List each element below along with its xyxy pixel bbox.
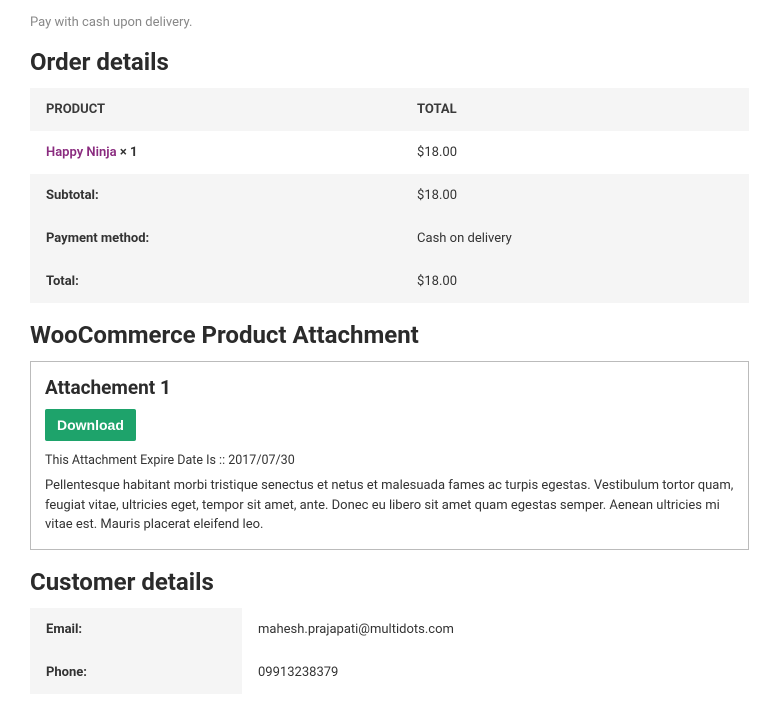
order-details-title: Order details [30, 48, 749, 76]
phone-label: Phone: [30, 651, 242, 694]
product-qty: × 1 [120, 145, 138, 160]
attachment-description: Pellentesque habitant morbi tristique se… [45, 476, 734, 535]
payment-method-row: Payment method: Cash on delivery [30, 217, 749, 260]
product-link[interactable]: Happy Ninja [46, 145, 117, 160]
total-value: $18.00 [401, 260, 749, 303]
phone-value: 09913238379 [242, 651, 749, 694]
order-details-table: PRODUCT TOTAL Happy Ninja × 1 $18.00 Sub… [30, 88, 749, 303]
total-label: Total: [30, 260, 401, 303]
phone-row: Phone: 09913238379 [30, 651, 749, 694]
email-value: mahesh.prajapati@multidots.com [242, 608, 749, 651]
email-label: Email: [30, 608, 242, 651]
attachment-title: Attachement 1 [45, 376, 734, 399]
customer-details-title: Customer details [30, 568, 749, 596]
total-row: Total: $18.00 [30, 260, 749, 303]
subtotal-label: Subtotal: [30, 174, 401, 217]
payment-method-value: Cash on delivery [401, 217, 749, 260]
subtotal-value: $18.00 [401, 174, 749, 217]
col-total: TOTAL [401, 88, 749, 131]
payment-method-label: Payment method: [30, 217, 401, 260]
download-button[interactable]: Download [45, 409, 136, 441]
email-row: Email: mahesh.prajapati@multidots.com [30, 608, 749, 651]
table-row: Happy Ninja × 1 $18.00 [30, 131, 749, 174]
subtotal-row: Subtotal: $18.00 [30, 174, 749, 217]
payment-note: Pay with cash upon delivery. [30, 15, 749, 30]
col-product: PRODUCT [30, 88, 401, 131]
expire-note: This Attachment Expire Date Is :: 2017/0… [45, 453, 734, 468]
attachment-box: Attachement 1 Download This Attachment E… [30, 361, 749, 550]
attachment-section-title: WooCommerce Product Attachment [30, 321, 749, 349]
customer-details-table: Email: mahesh.prajapati@multidots.com Ph… [30, 608, 749, 694]
product-total: $18.00 [401, 131, 749, 174]
